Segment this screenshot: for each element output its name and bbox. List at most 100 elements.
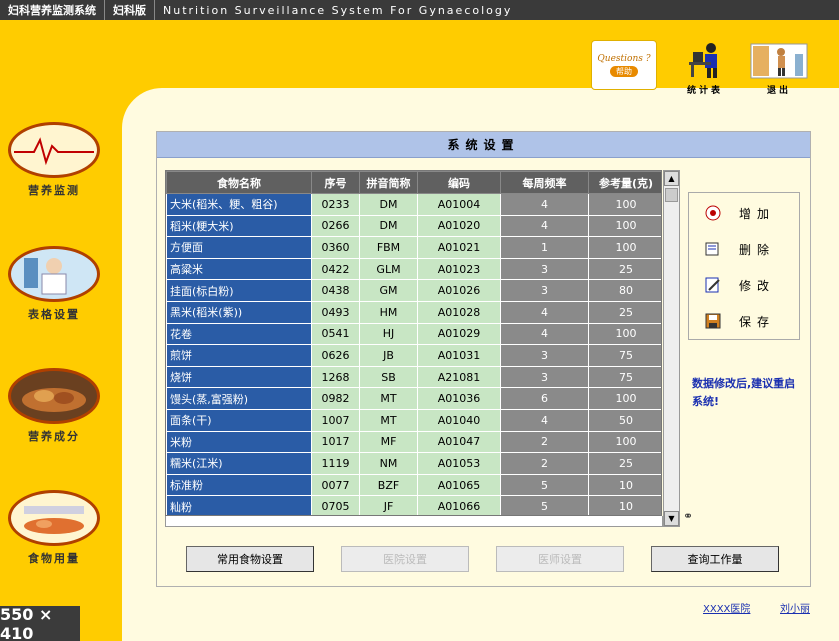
table-cell[interactable]: 80 xyxy=(588,279,661,302)
food-table[interactable]: 食物名称 序号 拼音简称 编码 每周频率 参考量(克) 大米(稻米、粳、粗谷) 0… xyxy=(165,170,662,516)
table-cell[interactable]: MT xyxy=(359,408,418,432)
table-cell[interactable]: MT xyxy=(359,387,418,410)
hospital-settings-button[interactable]: 医院设置 xyxy=(341,546,469,572)
table-cell[interactable]: A01066 xyxy=(417,495,501,515)
table-row[interactable]: 挂面(标白粉) 0438 GM A01026 3 80 xyxy=(166,279,661,302)
col-header-pinyin[interactable]: 拼音简称 xyxy=(359,171,418,194)
table-row[interactable]: 米粉 1017 MF A01047 2 100 xyxy=(166,430,661,454)
doctor-settings-button[interactable]: 医师设置 xyxy=(496,546,624,572)
table-cell[interactable]: DM xyxy=(359,214,418,238)
table-cell[interactable]: 75 xyxy=(588,365,661,389)
stats-button[interactable]: 统计表 xyxy=(683,40,727,96)
table-cell[interactable]: NM xyxy=(359,452,418,475)
table-cell[interactable]: HM xyxy=(359,300,418,324)
sidebar-item-monitoring[interactable]: 营养监测 xyxy=(6,122,102,198)
scroll-up-icon[interactable]: ▲ xyxy=(664,171,679,186)
table-cell[interactable]: FBM xyxy=(359,236,418,259)
table-cell[interactable]: A01026 xyxy=(417,279,501,302)
table-cell[interactable]: 1007 xyxy=(311,408,360,432)
table-cell[interactable]: HJ xyxy=(359,322,418,346)
table-cell[interactable]: A01004 xyxy=(417,193,501,216)
table-cell[interactable]: 25 xyxy=(588,300,661,324)
common-food-settings-button[interactable]: 常用食物设置 xyxy=(186,546,314,572)
table-row[interactable]: 大米(稻米、粳、粗谷) 0233 DM A01004 4 100 xyxy=(166,193,661,216)
table-cell[interactable]: 3 xyxy=(500,344,589,367)
vertical-scrollbar[interactable]: ▲ ▼ xyxy=(663,170,680,527)
table-cell[interactable]: 4 xyxy=(500,214,589,238)
table-row[interactable]: 稻米(粳大米) 0266 DM A01020 4 100 xyxy=(166,214,661,238)
table-cell[interactable]: 0360 xyxy=(311,236,360,259)
table-cell[interactable]: A01047 xyxy=(417,430,501,454)
exit-button[interactable]: 退出 xyxy=(749,40,809,96)
table-cell[interactable]: 1 xyxy=(500,236,589,259)
table-row[interactable]: 馒头(蒸,富强粉) 0982 MT A01036 6 100 xyxy=(166,387,661,410)
table-cell[interactable]: 100 xyxy=(588,193,661,216)
table-cell[interactable]: 0705 xyxy=(311,495,360,515)
table-row[interactable]: 花卷 0541 HJ A01029 4 100 xyxy=(166,322,661,346)
table-cell[interactable]: 标准粉 xyxy=(166,473,312,497)
table-cell[interactable]: JF xyxy=(359,495,418,515)
table-cell[interactable]: 50 xyxy=(588,408,661,432)
table-cell[interactable]: 5 xyxy=(500,473,589,497)
col-header-index[interactable]: 序号 xyxy=(311,171,360,194)
table-cell[interactable]: A01053 xyxy=(417,452,501,475)
table-row[interactable]: 糯米(江米) 1119 NM A01053 2 25 xyxy=(166,452,661,475)
save-button[interactable]: 保存 xyxy=(689,303,799,339)
table-cell[interactable]: 0982 xyxy=(311,387,360,410)
table-cell[interactable]: 大米(稻米、粳、粗谷) xyxy=(166,193,312,216)
table-cell[interactable]: MF xyxy=(359,430,418,454)
col-header-code[interactable]: 编码 xyxy=(417,171,501,194)
table-cell[interactable]: 籼粉 xyxy=(166,495,312,515)
table-cell[interactable]: 2 xyxy=(500,452,589,475)
table-row[interactable]: 煎饼 0626 JB A01031 3 75 xyxy=(166,344,661,367)
sidebar-item-table-settings[interactable]: 表格设置 xyxy=(6,246,102,322)
table-cell[interactable]: 25 xyxy=(588,257,661,281)
link-chain-icon[interactable]: ⚭ xyxy=(683,509,693,523)
table-cell[interactable]: 10 xyxy=(588,473,661,497)
col-header-reference[interactable]: 参考量(克) xyxy=(588,171,661,194)
table-cell[interactable]: 4 xyxy=(500,408,589,432)
table-cell[interactable]: GM xyxy=(359,279,418,302)
table-cell[interactable]: 煎饼 xyxy=(166,344,312,367)
table-cell[interactable]: 方便面 xyxy=(166,236,312,259)
table-cell[interactable]: 0493 xyxy=(311,300,360,324)
table-cell[interactable]: BZF xyxy=(359,473,418,497)
table-cell[interactable]: 0077 xyxy=(311,473,360,497)
table-cell[interactable]: GLM xyxy=(359,257,418,281)
table-cell[interactable]: 25 xyxy=(588,452,661,475)
table-cell[interactable]: 75 xyxy=(588,344,661,367)
sidebar-item-food-amount[interactable]: 食物用量 xyxy=(6,490,102,566)
table-cell[interactable]: 0626 xyxy=(311,344,360,367)
modify-button[interactable]: 修改 xyxy=(689,267,799,303)
table-cell[interactable]: 4 xyxy=(500,322,589,346)
table-cell[interactable]: 0541 xyxy=(311,322,360,346)
table-cell[interactable]: 100 xyxy=(588,387,661,410)
table-cell[interactable]: 馒头(蒸,富强粉) xyxy=(166,387,312,410)
horizontal-scrollbar[interactable] xyxy=(165,516,663,527)
table-cell[interactable]: 面条(干) xyxy=(166,408,312,432)
table-cell[interactable]: A01031 xyxy=(417,344,501,367)
table-cell[interactable]: 100 xyxy=(588,430,661,454)
table-cell[interactable]: 0422 xyxy=(311,257,360,281)
delete-button[interactable]: 删除 xyxy=(689,231,799,267)
table-cell[interactable]: 4 xyxy=(500,193,589,216)
table-cell[interactable]: 0438 xyxy=(311,279,360,302)
sidebar-item-nutrients[interactable]: 营养成分 xyxy=(6,368,102,444)
table-cell[interactable]: 100 xyxy=(588,322,661,346)
scroll-thumb[interactable] xyxy=(665,188,678,202)
table-cell[interactable]: DM xyxy=(359,193,418,216)
user-link[interactable]: 刘小丽 xyxy=(780,600,810,615)
table-cell[interactable]: 3 xyxy=(500,257,589,281)
table-cell[interactable]: 3 xyxy=(500,365,589,389)
table-cell[interactable]: SB xyxy=(359,365,418,389)
table-cell[interactable]: 0266 xyxy=(311,214,360,238)
add-button[interactable]: 增加 xyxy=(689,195,799,231)
col-header-name[interactable]: 食物名称 xyxy=(166,171,312,194)
table-cell[interactable]: 100 xyxy=(588,236,661,259)
scroll-down-icon[interactable]: ▼ xyxy=(664,511,679,526)
table-cell[interactable]: 1268 xyxy=(311,365,360,389)
table-cell[interactable]: A01036 xyxy=(417,387,501,410)
table-cell[interactable]: A01029 xyxy=(417,322,501,346)
table-cell[interactable]: A01028 xyxy=(417,300,501,324)
table-cell[interactable]: 6 xyxy=(500,387,589,410)
